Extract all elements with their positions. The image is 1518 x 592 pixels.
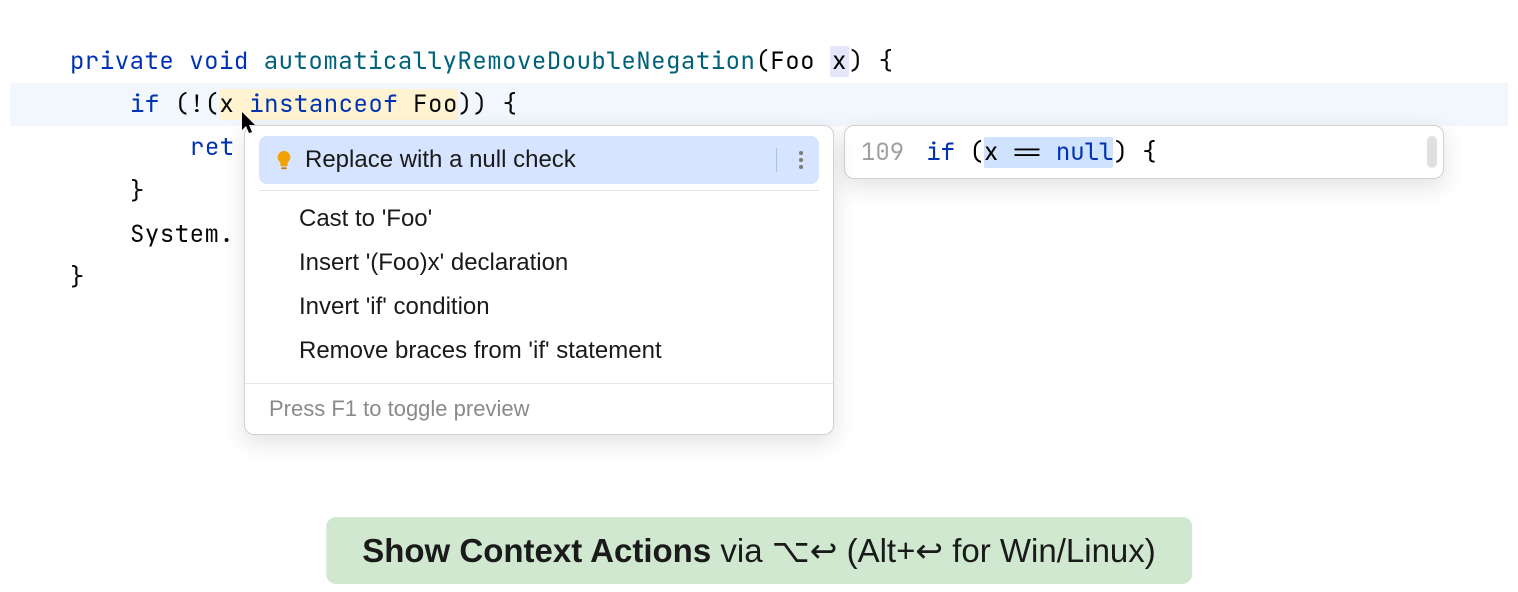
type-name: Foo xyxy=(770,46,815,77)
code-line-active: if (!(x instanceof Foo)) { xyxy=(10,83,1508,126)
brace: { xyxy=(879,46,894,77)
preview-code: if (x == null) { xyxy=(926,137,1156,168)
keyword-void: void xyxy=(189,46,249,77)
shortcut-mac: ⌥↩ xyxy=(772,532,838,569)
shortcut-win: Alt+ xyxy=(858,532,916,569)
action-label: Remove braces from 'if' statement xyxy=(299,337,662,365)
separator xyxy=(259,190,819,191)
action-preview-panel: 109 if (x == null) { xyxy=(844,125,1444,179)
method-name: automaticallyRemoveDoubleNegation xyxy=(264,46,756,77)
action-invert-if[interactable]: Invert 'if' condition xyxy=(245,285,833,329)
keyword-if: if xyxy=(130,89,160,120)
more-options-icon[interactable] xyxy=(789,150,813,170)
action-remove-braces[interactable]: Remove braces from 'if' statement xyxy=(245,329,833,373)
keyword-return: ret xyxy=(190,132,235,163)
banner-title: Show Context Actions xyxy=(362,532,711,569)
popup-hint: Press F1 to toggle preview xyxy=(245,383,833,434)
code-line: private void automaticallyRemoveDoubleNe… xyxy=(10,40,1508,83)
action-insert-declaration[interactable]: Insert '(Foo)x' declaration xyxy=(245,241,833,285)
param-name: x xyxy=(830,46,849,77)
action-label: Replace with a null check xyxy=(305,146,576,174)
action-replace-null-check[interactable]: Replace with a null check xyxy=(259,136,819,184)
scrollbar-thumb[interactable] xyxy=(1427,136,1437,168)
action-label: Insert '(Foo)x' declaration xyxy=(299,249,568,277)
context-actions-popup: Replace with a null check Cast to 'Foo' … xyxy=(244,125,834,435)
tip-banner: Show Context Actions via ⌥↩ (Alt+↩ for W… xyxy=(326,517,1192,584)
lightbulb-icon xyxy=(273,149,305,171)
preview-line-number: 109 xyxy=(861,137,904,168)
keyword-private: private xyxy=(70,46,174,77)
action-label: Cast to 'Foo' xyxy=(299,205,432,233)
keyword-instanceof: instanceof xyxy=(249,89,398,120)
action-label: Invert 'if' condition xyxy=(299,293,490,321)
action-cast-to-foo[interactable]: Cast to 'Foo' xyxy=(245,197,833,241)
